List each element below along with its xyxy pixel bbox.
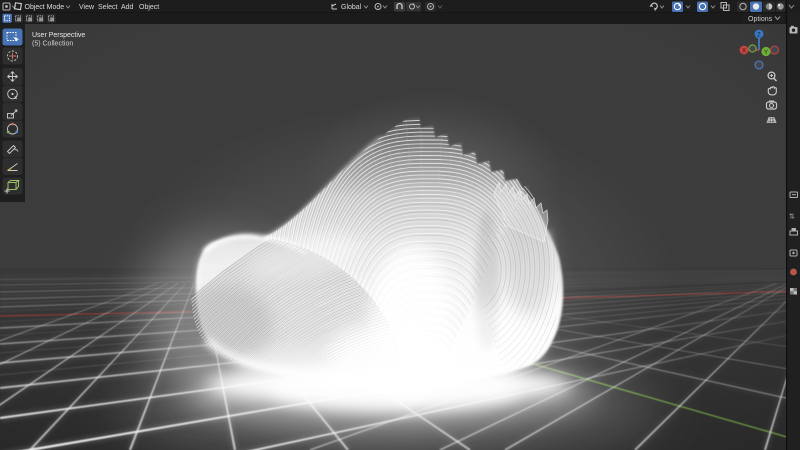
svg-text:Select: Select [98,4,118,11]
svg-text:⇅: ⇅ [789,214,795,221]
svg-text:Global: Global [341,4,362,11]
svg-text:Add: Add [121,4,134,11]
svg-text:View: View [79,4,95,11]
svg-text:X: X [742,49,746,55]
svg-text:Options: Options [748,16,773,23]
svg-text:Object Mode: Object Mode [25,4,65,11]
svg-text:(5) Collection: (5) Collection [32,41,73,48]
svg-text:Object: Object [139,4,159,11]
svg-text:Y: Y [764,50,768,56]
svg-text:Z: Z [757,33,761,39]
svg-text:User Perspective: User Perspective [32,32,85,39]
